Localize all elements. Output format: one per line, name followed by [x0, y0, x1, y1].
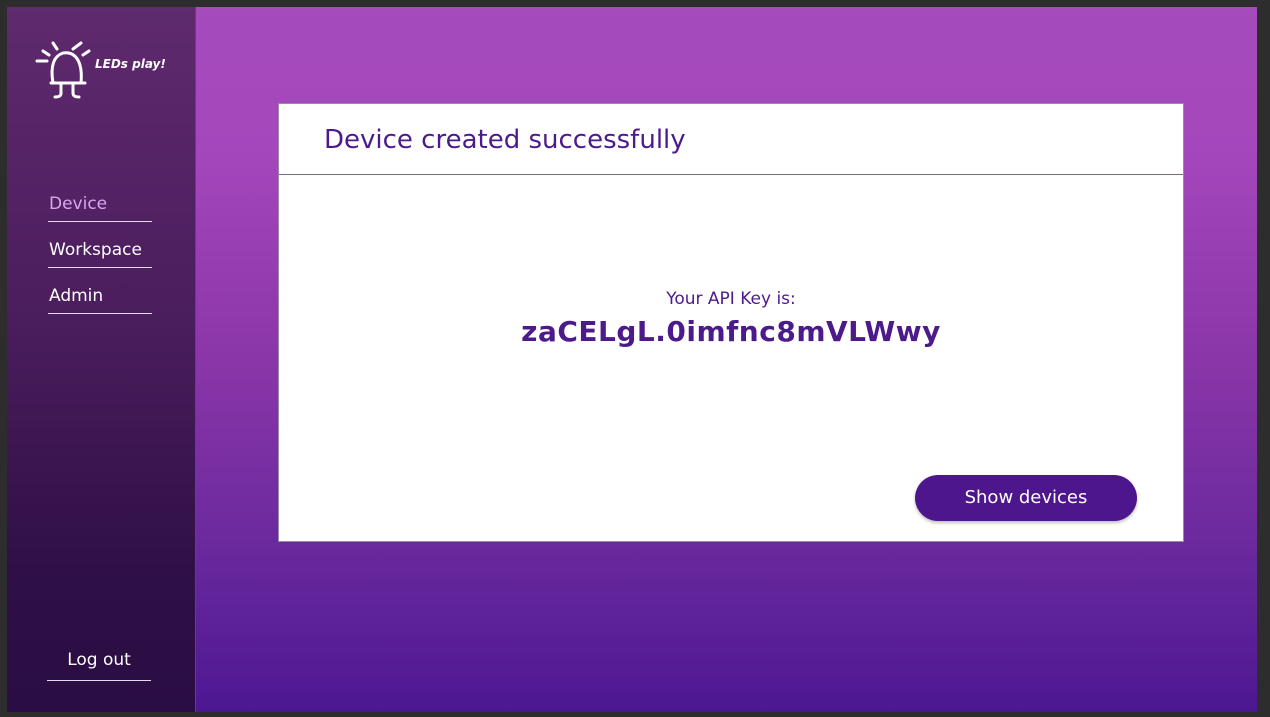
- sidebar-item-label: Admin: [49, 286, 104, 306]
- api-key-label: Your API Key is:: [666, 289, 796, 309]
- sidebar: LEDs play! Device Workspace Admin Log ou…: [7, 7, 196, 712]
- app-container: LEDs play! Device Workspace Admin Log ou…: [7, 7, 1257, 712]
- card-header: Device created successfully: [279, 104, 1183, 175]
- api-key-value: zaCELgL.0imfnc8mVLWwy: [521, 315, 941, 348]
- window-frame: LEDs play! Device Workspace Admin Log ou…: [0, 0, 1270, 717]
- main-content: Device created successfully Your API Key…: [196, 7, 1257, 712]
- brand-name: LEDs play!: [95, 57, 166, 71]
- logo: LEDs play!: [29, 35, 179, 105]
- sidebar-item-workspace[interactable]: Workspace: [48, 231, 152, 268]
- show-devices-button[interactable]: Show devices: [915, 475, 1137, 521]
- led-lamp-icon: [35, 41, 91, 99]
- logout-label: Log out: [67, 650, 131, 670]
- sidebar-item-device[interactable]: Device: [48, 185, 152, 222]
- page-title: Device created successfully: [324, 125, 686, 155]
- sidebar-item-label: Workspace: [49, 240, 142, 260]
- sidebar-item-label: Device: [49, 194, 108, 214]
- logout-button[interactable]: Log out: [47, 644, 151, 681]
- success-card: Device created successfully Your API Key…: [278, 103, 1184, 542]
- sidebar-item-admin[interactable]: Admin: [48, 277, 152, 314]
